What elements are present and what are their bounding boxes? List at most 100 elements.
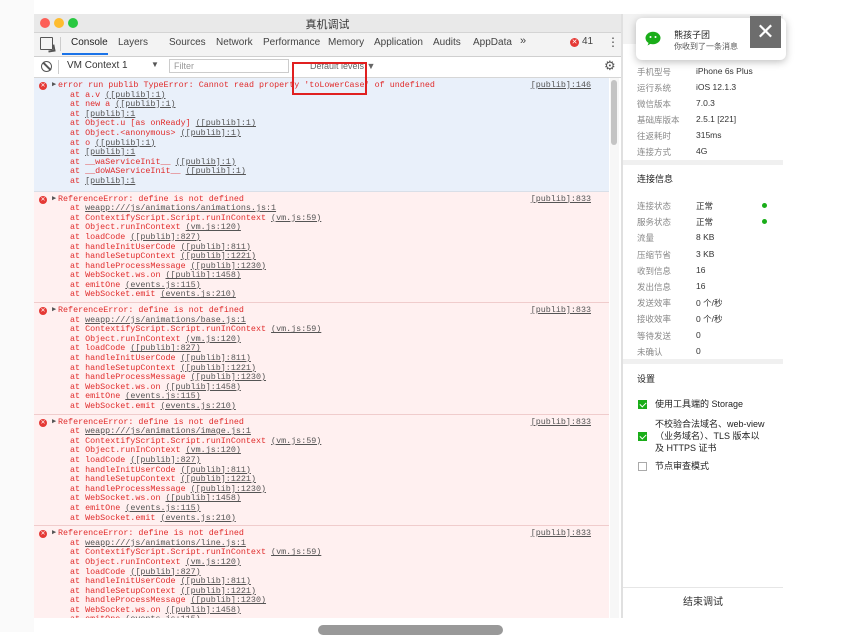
window-title: 真机调试 xyxy=(305,19,350,31)
settings-checkbox[interactable] xyxy=(638,462,647,471)
stack-frame-link[interactable]: ([publib]:1458) xyxy=(166,493,241,504)
stack-frame-link[interactable]: ([publib]:1) xyxy=(95,138,155,148)
scrollbar-thumb[interactable] xyxy=(611,80,617,145)
devtools-menu-icon[interactable]: ⋮ xyxy=(607,35,619,49)
stack-frame-link[interactable]: (vm.js:59) xyxy=(271,324,321,334)
stack-frame-link[interactable]: (events.js:210) xyxy=(160,289,235,300)
stack-frame-link[interactable]: ([publib]:1458) xyxy=(166,382,241,392)
tab-audits[interactable]: Audits xyxy=(433,37,461,48)
tab-network[interactable]: Network xyxy=(216,37,253,48)
settings-checkbox[interactable] xyxy=(638,400,647,409)
stack-frame-link[interactable]: ([publib]:1) xyxy=(105,90,165,100)
console-settings-gear-icon[interactable]: ⚙ xyxy=(604,58,616,74)
stack-frame-link[interactable]: (vm.js:120) xyxy=(186,334,241,344)
more-tabs-button[interactable]: » xyxy=(520,35,526,47)
status-ok-dot xyxy=(762,203,767,208)
stack-frame-link[interactable]: (events.js:210) xyxy=(160,401,235,411)
divider xyxy=(58,60,59,74)
stack-frame-link[interactable]: ([publib]:1) xyxy=(186,166,246,177)
inspect-element-icon[interactable] xyxy=(40,37,53,50)
stack-frame-link[interactable]: (vm.js:59) xyxy=(271,213,321,223)
stack-frame-link[interactable]: ([publib]:1458) xyxy=(166,270,241,280)
stack-frame-link[interactable]: ([publib]:1230) xyxy=(191,595,266,605)
stack-frame-link[interactable]: ([publib]:1) xyxy=(181,128,241,138)
stack-frame-link[interactable]: weapp:///js/animations/base.js:1 xyxy=(85,315,246,325)
stack-frame-link[interactable]: ([publib]:1230) xyxy=(191,261,266,271)
section-divider xyxy=(623,160,783,165)
connection-info-label: 流量 xyxy=(637,233,655,244)
expand-triangle-icon[interactable]: ▶ xyxy=(52,529,56,539)
device-info-value: iPhone 6s Plus xyxy=(696,66,753,76)
stack-frame-link[interactable]: ([publib]:827) xyxy=(130,343,200,354)
settings-checkbox[interactable] xyxy=(638,432,647,441)
tab-application[interactable]: Application xyxy=(374,37,423,48)
stack-frame-link[interactable]: (events.js:115) xyxy=(125,503,200,513)
clear-console-icon[interactable] xyxy=(41,61,52,72)
console-scrollbar[interactable] xyxy=(610,78,619,618)
context-dropdown-icon[interactable]: ▼ xyxy=(151,60,159,69)
stack-frame-link[interactable]: ([publib]:827) xyxy=(130,455,200,465)
stack-frame-link[interactable]: weapp:///js/animations/line.js:1 xyxy=(85,538,246,548)
error-source-link[interactable]: [publib]:833 xyxy=(531,305,591,316)
stack-frame-link[interactable]: ([publib]:1) xyxy=(176,157,236,167)
end-debug-button[interactable]: 结束调试 xyxy=(623,587,783,618)
stack-frame-link[interactable]: ([publib]:1) xyxy=(196,118,256,129)
error-source-link[interactable]: [publib]:146 xyxy=(531,80,591,91)
error-message-text: ReferenceError: define is not defined xyxy=(58,416,244,427)
stack-frame-link[interactable]: ([publib]:827) xyxy=(130,232,200,242)
stack-frame-link[interactable]: (vm.js:120) xyxy=(186,222,241,233)
stack-frame-link[interactable]: ([publib]:1458) xyxy=(166,605,241,615)
error-source-link[interactable]: [publib]:833 xyxy=(531,417,591,428)
stack-frame-link[interactable]: ([publib]:811) xyxy=(181,465,251,475)
connection-info-label: 未确认 xyxy=(637,346,663,357)
tab-appdata[interactable]: AppData xyxy=(473,37,512,48)
stack-frame-link[interactable]: ([publib]:811) xyxy=(181,576,251,586)
stack-frame-link[interactable]: ([publib]:1221) xyxy=(181,474,256,484)
close-icon[interactable]: ✕ xyxy=(750,16,781,48)
tab-console[interactable]: Console xyxy=(71,37,108,48)
tab-performance[interactable]: Performance xyxy=(263,37,320,48)
stack-frame-link[interactable]: ([publib]:1230) xyxy=(191,484,266,494)
stack-frame-link[interactable]: (events.js:115) xyxy=(125,614,200,618)
stack-frame-link[interactable]: ([publib]:827) xyxy=(130,567,200,577)
settings-checkbox-label: 使用工具端的 Storage xyxy=(655,399,744,409)
error-source-link[interactable]: [publib]:833 xyxy=(531,529,591,539)
stack-frame-link[interactable]: ([publib]:1) xyxy=(115,99,175,109)
stack-frame-link[interactable]: (vm.js:59) xyxy=(271,547,321,558)
stack-frame-link[interactable]: weapp:///js/animations/animations.js:1 xyxy=(85,203,276,213)
expand-triangle-icon[interactable]: ▶ xyxy=(52,306,56,316)
stack-frame-link[interactable]: weapp:///js/animations/image.js:1 xyxy=(85,426,251,436)
expand-triangle-icon[interactable]: ▶ xyxy=(52,81,56,91)
expand-triangle-icon[interactable]: ▶ xyxy=(52,418,56,428)
bottom-scroll-handle[interactable] xyxy=(318,625,503,635)
tab-sources[interactable]: Sources xyxy=(169,37,206,48)
stack-frame-link[interactable]: (events.js:210) xyxy=(160,513,235,523)
stack-frame-link[interactable]: (vm.js:120) xyxy=(186,445,241,456)
stack-frame-link[interactable]: (vm.js:120) xyxy=(186,557,241,567)
stack-frame-line: at WebSocket.emit (events.js:210) xyxy=(70,289,236,300)
stack-frame-link[interactable]: (vm.js:59) xyxy=(271,436,321,446)
title-bar: 真机调试 xyxy=(34,14,621,33)
stack-frame-link[interactable]: ([publib]:1221) xyxy=(181,363,256,373)
stack-frame-line: at emitOne (events.js:115) xyxy=(34,615,609,618)
stack-frame-link[interactable]: [publib]:1 xyxy=(85,176,135,186)
context-selector[interactable]: VM Context 1 xyxy=(67,60,128,71)
stack-frame-link[interactable]: ([publib]:811) xyxy=(181,242,251,252)
stack-frame-link[interactable]: (events.js:115) xyxy=(125,280,200,290)
stack-frame-link[interactable]: (events.js:115) xyxy=(125,391,200,402)
filter-input[interactable]: Filter xyxy=(169,59,289,73)
stack-frame-link[interactable]: ([publib]:1221) xyxy=(181,586,256,596)
tab-layers[interactable]: Layers xyxy=(118,37,148,48)
stack-frame-link[interactable]: ([publib]:1221) xyxy=(181,251,256,261)
tab-memory[interactable]: Memory xyxy=(328,37,364,48)
stack-frame-link[interactable]: [publib]:1 xyxy=(85,109,135,119)
stack-frame-link[interactable]: ([publib]:811) xyxy=(181,353,251,363)
devtools-window: 真机调试 Console Layers Sources Network Perf… xyxy=(34,14,622,618)
section-divider xyxy=(623,359,783,364)
expand-triangle-icon[interactable]: ▶ xyxy=(52,195,56,205)
error-source-link[interactable]: [publib]:833 xyxy=(531,194,591,205)
stack-frame-link[interactable]: ([publib]:1230) xyxy=(191,372,266,382)
stack-frame-link[interactable]: [publib]:1 xyxy=(85,147,135,157)
notification-title: 熊孩子团 xyxy=(674,30,711,40)
error-count-badge[interactable]: ✕ 41 xyxy=(570,36,593,47)
